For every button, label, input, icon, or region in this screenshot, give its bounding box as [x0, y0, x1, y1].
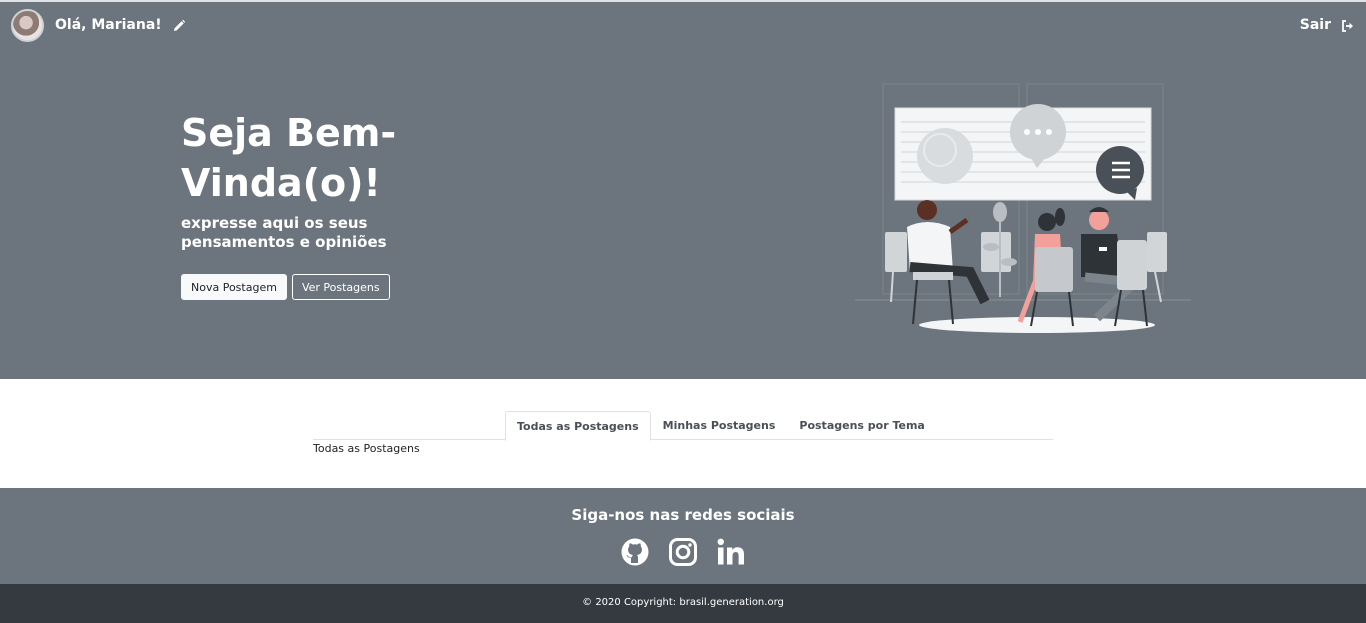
- posts-tabs: Todas as Postagens Minhas Postagens Post…: [313, 411, 1053, 441]
- tab-list: Todas as Postagens Minhas Postagens Post…: [505, 411, 937, 441]
- copyright-bar: © 2020 Copyright: brasil.generation.org: [0, 584, 1366, 623]
- hero-title: Seja Bem-Vinda(o)!: [181, 111, 397, 205]
- sign-out-icon: [1341, 18, 1355, 32]
- hero-subtitle: expresse aqui os seus pensamentos e opin…: [181, 214, 387, 251]
- copyright-text: © 2020 Copyright: brasil.generation.org: [582, 597, 784, 608]
- tab-my-posts[interactable]: Minhas Postagens: [651, 411, 788, 440]
- tab-posts-by-theme[interactable]: Postagens por Tema: [787, 411, 936, 440]
- user-greeting-area: Olá, Mariana!: [11, 7, 186, 43]
- pencil-icon[interactable]: [172, 18, 186, 32]
- hero-buttons: Nova Postagem Ver Postagens: [181, 274, 481, 300]
- github-icon[interactable]: [620, 537, 650, 567]
- hero-section: Olá, Mariana! Sair Seja Bem-Vinda(o)! ex…: [0, 2, 1366, 379]
- logout-button[interactable]: Sair: [1300, 7, 1355, 43]
- view-posts-button[interactable]: Ver Postagens: [291, 274, 390, 300]
- meeting-illustration: [855, 82, 1195, 337]
- footer-title: Siga-nos nas redes sociais: [571, 506, 795, 524]
- tab-all-posts[interactable]: Todas as Postagens: [505, 411, 651, 441]
- footer: Siga-nos nas redes sociais: [0, 488, 1366, 584]
- social-links: [620, 537, 746, 567]
- greeting-text: Olá, Mariana!: [55, 17, 162, 33]
- instagram-icon[interactable]: [668, 537, 698, 567]
- new-post-button[interactable]: Nova Postagem: [181, 274, 287, 300]
- logout-label: Sair: [1299, 17, 1331, 33]
- tab-content: Todas as Postagens: [313, 442, 420, 455]
- linkedin-icon[interactable]: [716, 537, 746, 567]
- avatar[interactable]: [11, 8, 44, 42]
- hero-text: Seja Bem-Vinda(o)! expresse aqui os seus…: [181, 108, 481, 300]
